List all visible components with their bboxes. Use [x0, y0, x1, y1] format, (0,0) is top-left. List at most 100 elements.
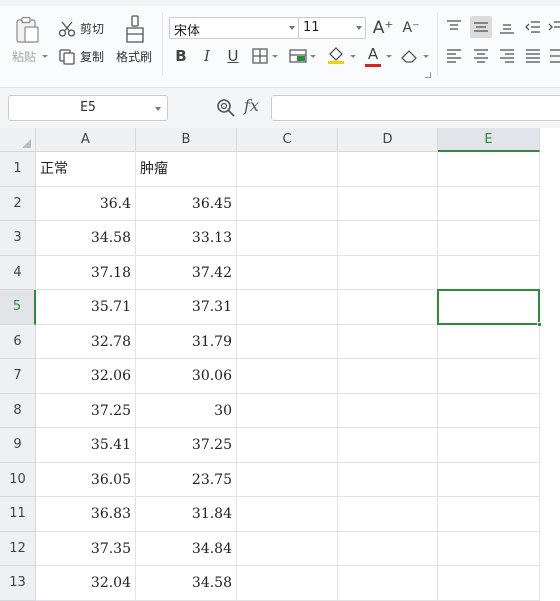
- font-color-button[interactable]: A: [362, 43, 384, 65]
- cell-a5[interactable]: 35.71: [36, 290, 136, 325]
- align-right-icon[interactable]: [498, 47, 516, 65]
- cell-d4[interactable]: [338, 255, 438, 290]
- align-left-icon[interactable]: [445, 47, 463, 65]
- cell-b6[interactable]: 31.79: [136, 324, 237, 359]
- cell-c7[interactable]: [237, 359, 338, 394]
- column-header-b[interactable]: B: [136, 128, 237, 152]
- cell-e13[interactable]: [438, 566, 540, 601]
- zoom-search-icon[interactable]: [216, 98, 236, 118]
- cell-b13[interactable]: 34.58: [136, 566, 237, 601]
- cell-d2[interactable]: [338, 186, 438, 221]
- cell-c1[interactable]: [237, 152, 338, 187]
- cell-c9[interactable]: [237, 428, 338, 463]
- cell-b11[interactable]: 31.84: [136, 497, 237, 532]
- cell-e2[interactable]: [438, 186, 540, 221]
- cell-c3[interactable]: [237, 221, 338, 256]
- cell-e6[interactable]: [438, 324, 540, 359]
- cell-b4[interactable]: 37.42: [136, 255, 237, 290]
- scissors-icon[interactable]: [58, 20, 76, 38]
- cell-b9[interactable]: 37.25: [136, 428, 237, 463]
- cell-e7[interactable]: [438, 359, 540, 394]
- cell-c10[interactable]: [237, 462, 338, 497]
- align-top-icon[interactable]: [445, 18, 463, 36]
- cell-d8[interactable]: [338, 393, 438, 428]
- row-header-1[interactable]: 1: [0, 152, 36, 187]
- row-header-10[interactable]: 10: [0, 462, 36, 497]
- fill-color-dropdown-caret[interactable]: [350, 55, 356, 58]
- cell-c6[interactable]: [237, 324, 338, 359]
- cell-a4[interactable]: 37.18: [36, 255, 136, 290]
- font-color-dropdown-caret[interactable]: [386, 55, 392, 58]
- cell-b12[interactable]: 34.84: [136, 531, 237, 566]
- cell-a13[interactable]: 32.04: [36, 566, 136, 601]
- cell-style-icon[interactable]: [289, 48, 307, 64]
- row-header-5[interactable]: 5: [0, 290, 36, 325]
- cell-a1[interactable]: 正常: [36, 152, 136, 187]
- cell-b1[interactable]: 肿瘤: [136, 152, 237, 187]
- row-header-13[interactable]: 13: [0, 566, 36, 601]
- cell-b7[interactable]: 30.06: [136, 359, 237, 394]
- paste-dropdown-caret[interactable]: [42, 55, 48, 58]
- decrease-font-button[interactable]: A⁻: [400, 17, 422, 39]
- cell-e12[interactable]: [438, 531, 540, 566]
- cell-e11[interactable]: [438, 497, 540, 532]
- cell-b10[interactable]: 23.75: [136, 462, 237, 497]
- font-size-select[interactable]: 11: [298, 17, 366, 39]
- row-header-3[interactable]: 3: [0, 221, 36, 256]
- cell-a9[interactable]: 35.41: [36, 428, 136, 463]
- column-header-d[interactable]: D: [338, 128, 438, 152]
- decrease-indent-icon[interactable]: [524, 18, 542, 36]
- cell-c5[interactable]: [237, 290, 338, 325]
- cell-c13[interactable]: [237, 566, 338, 601]
- cell-b5[interactable]: 37.31: [136, 290, 237, 325]
- italic-button[interactable]: I: [196, 45, 218, 67]
- copy-icon[interactable]: [58, 48, 76, 66]
- cell-e9[interactable]: [438, 428, 540, 463]
- cell-e5[interactable]: [438, 290, 540, 325]
- cell-d12[interactable]: [338, 531, 438, 566]
- borders-dropdown-caret[interactable]: [272, 55, 278, 58]
- font-name-select[interactable]: 宋体: [169, 17, 299, 39]
- cell-a11[interactable]: 36.83: [36, 497, 136, 532]
- cell-d10[interactable]: [338, 462, 438, 497]
- row-header-11[interactable]: 11: [0, 497, 36, 532]
- justify-icon[interactable]: [524, 47, 542, 65]
- cell-c8[interactable]: [237, 393, 338, 428]
- row-header-12[interactable]: 12: [0, 531, 36, 566]
- cell-b2[interactable]: 36.45: [136, 186, 237, 221]
- cell-c4[interactable]: [237, 255, 338, 290]
- cell-b3[interactable]: 33.13: [136, 221, 237, 256]
- cut-button[interactable]: 剪切: [80, 20, 104, 37]
- align-bottom-icon[interactable]: [498, 18, 516, 36]
- increase-indent-icon[interactable]: [548, 18, 560, 36]
- cell-c12[interactable]: [237, 531, 338, 566]
- cell-a12[interactable]: 37.35: [36, 531, 136, 566]
- row-header-7[interactable]: 7: [0, 359, 36, 394]
- row-header-9[interactable]: 9: [0, 428, 36, 463]
- cell-d6[interactable]: [338, 324, 438, 359]
- paste-icon[interactable]: [14, 16, 40, 44]
- cell-e4[interactable]: [438, 255, 540, 290]
- cell-d9[interactable]: [338, 428, 438, 463]
- cell-e8[interactable]: [438, 393, 540, 428]
- column-header-c[interactable]: C: [237, 128, 338, 152]
- row-header-4[interactable]: 4: [0, 255, 36, 290]
- cell-a7[interactable]: 32.06: [36, 359, 136, 394]
- name-box[interactable]: E5: [8, 95, 168, 121]
- cell-d5[interactable]: [338, 290, 438, 325]
- underline-button[interactable]: U: [222, 45, 244, 67]
- cell-e3[interactable]: [438, 221, 540, 256]
- cell-a6[interactable]: 32.78: [36, 324, 136, 359]
- cell-c11[interactable]: [237, 497, 338, 532]
- font-settings-launcher-icon[interactable]: [425, 72, 431, 78]
- row-header-8[interactable]: 8: [0, 393, 36, 428]
- select-all-corner[interactable]: [0, 128, 36, 152]
- increase-font-button[interactable]: A⁺: [372, 17, 394, 39]
- clear-dropdown-caret[interactable]: [423, 55, 429, 58]
- row-header-6[interactable]: 6: [0, 324, 36, 359]
- cell-d3[interactable]: [338, 221, 438, 256]
- format-painter-icon[interactable]: [124, 14, 146, 44]
- formula-input[interactable]: [271, 95, 560, 121]
- column-header-e[interactable]: E: [438, 128, 540, 152]
- cell-style-dropdown-caret[interactable]: [310, 55, 316, 58]
